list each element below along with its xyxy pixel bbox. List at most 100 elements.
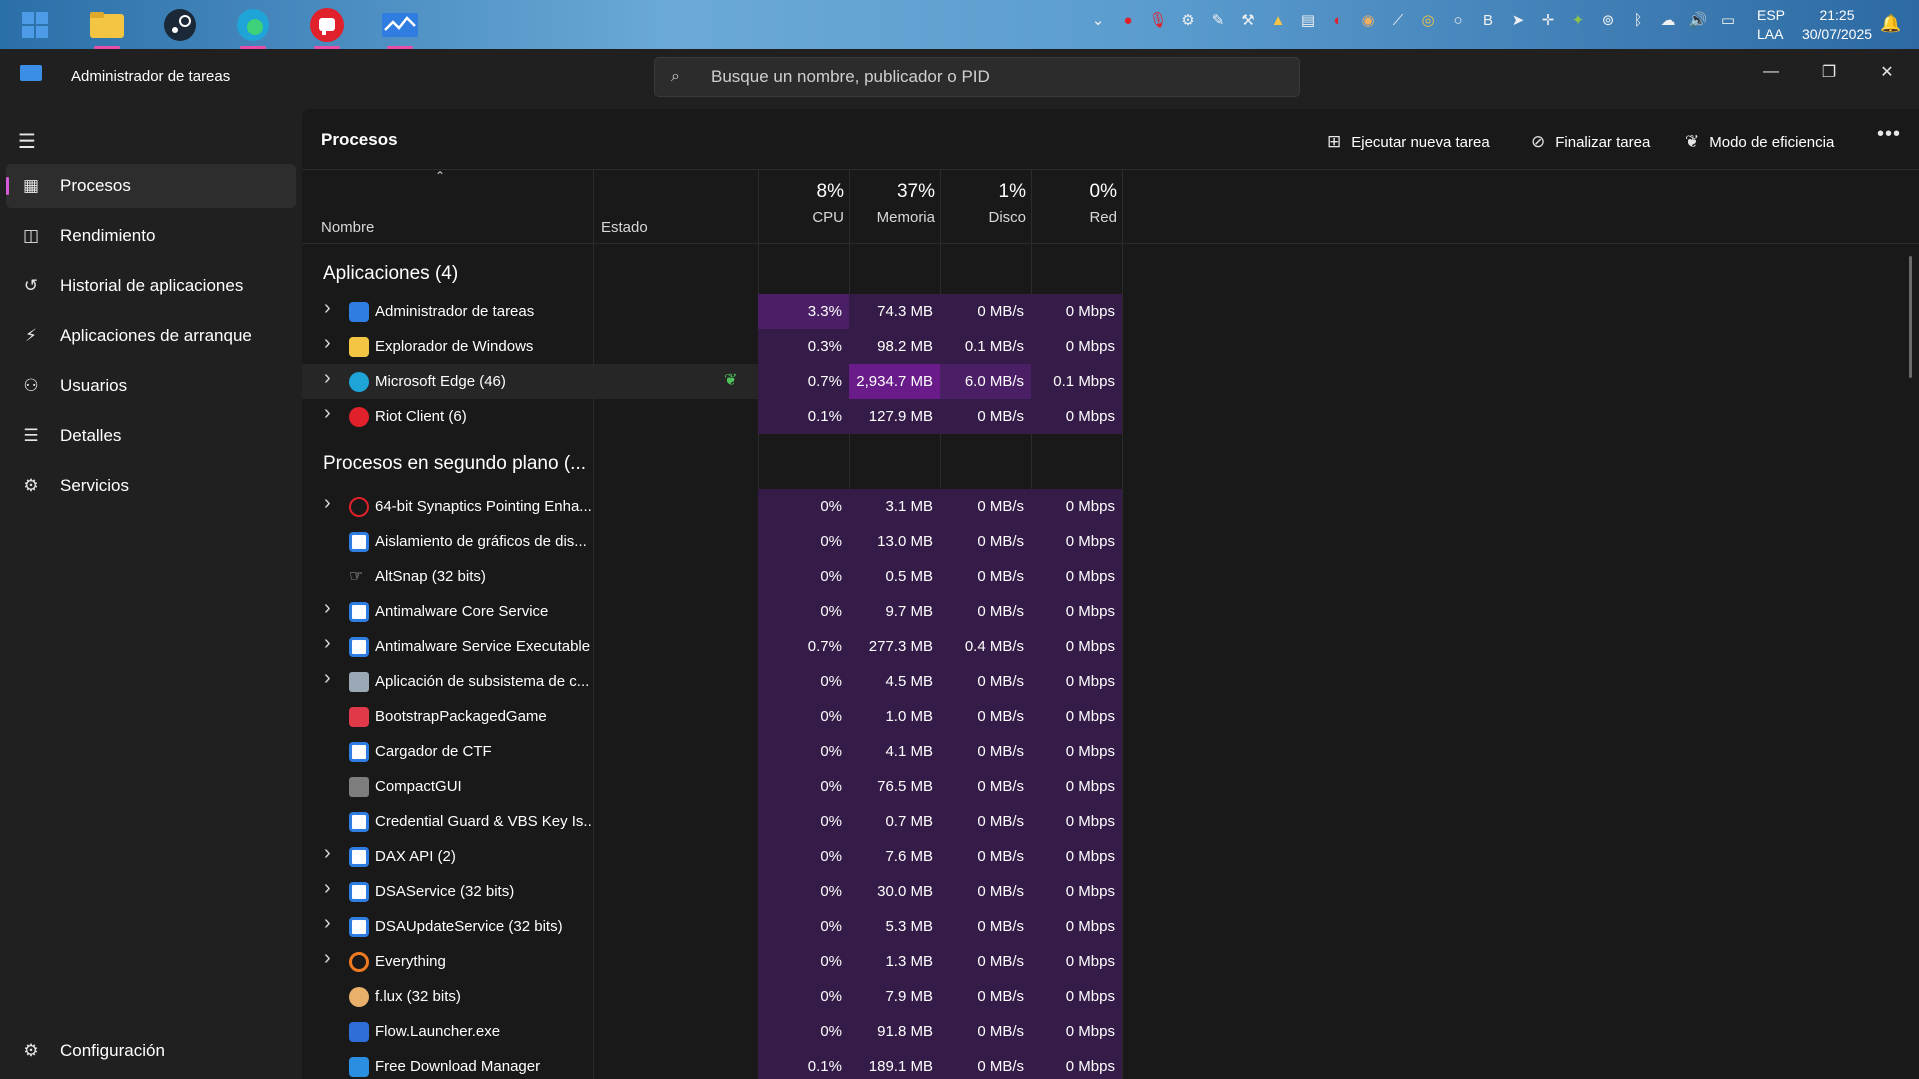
- table-row[interactable]: Cargador de CTF 0% 4.1 MB 0 MB/s 0 Mbps: [302, 734, 1122, 769]
- tray-app-icon[interactable]: ●: [1117, 10, 1139, 32]
- group-header-apps[interactable]: Aplicaciones (4): [323, 263, 458, 285]
- column-header-cpu[interactable]: 8% CPU: [758, 181, 844, 226]
- chevron-right-icon[interactable]: ›: [324, 332, 331, 355]
- taskbar-task-manager[interactable]: [379, 4, 421, 49]
- table-row[interactable]: › Antimalware Core Service 0% 9.7 MB 0 MB/s 0…: [302, 594, 1122, 629]
- table-row[interactable]: ☞ AltSnap (32 bits) 0% 0.5 MB 0 MB/s 0 Mbps: [302, 559, 1122, 594]
- tray-app-icon[interactable]: ▤: [1297, 10, 1319, 32]
- tray-app-icon[interactable]: ⊚: [1597, 10, 1619, 32]
- chevron-right-icon[interactable]: ›: [324, 947, 331, 970]
- chevron-right-icon[interactable]: ›: [324, 402, 331, 425]
- hamburger-menu-icon[interactable]: ☰: [18, 129, 36, 154]
- tray-app-icon[interactable]: ◉: [1357, 10, 1379, 32]
- clock[interactable]: 21:25 30/07/2025: [1797, 6, 1877, 44]
- table-row[interactable]: BootstrapPackagedGame 0% 1.0 MB 0 MB/s 0 Mbp…: [302, 699, 1122, 734]
- tray-app-icon[interactable]: ✎: [1207, 10, 1229, 32]
- tray-app-icon[interactable]: ◐: [1327, 10, 1349, 32]
- end-task-label: Finalizar tarea: [1555, 133, 1651, 151]
- gear-icon[interactable]: ⚙: [1177, 10, 1199, 32]
- cloud-icon[interactable]: ☁: [1657, 10, 1679, 32]
- bluetooth-icon[interactable]: ᛒ: [1627, 10, 1649, 32]
- table-row[interactable]: › 64-bit Synaptics Pointing Enha... 0% 3.1 …: [302, 489, 1122, 524]
- process-name: Credential Guard & VBS Key Is...: [375, 813, 593, 830]
- chevron-right-icon[interactable]: ›: [324, 912, 331, 935]
- table-row[interactable]: › Aplicación de subsistema de c... 0% 4.5 M…: [302, 664, 1122, 699]
- taskbar-riot-client[interactable]: [306, 4, 348, 49]
- column-header-name[interactable]: Nombre: [321, 219, 374, 236]
- table-row[interactable]: CompactGUI 0% 76.5 MB 0 MB/s 0 Mbps: [302, 769, 1122, 804]
- sidebar-item-startup-apps[interactable]: ⚡ Aplicaciones de arranque: [6, 314, 296, 358]
- group-header-background[interactable]: Procesos en segundo plano (...: [323, 453, 586, 475]
- table-row[interactable]: Aislamiento de gráficos de dis... 0% 13.0 …: [302, 524, 1122, 559]
- sidebar-item-details[interactable]: ☰ Detalles: [6, 414, 296, 458]
- tray-app-icon[interactable]: B: [1477, 10, 1499, 32]
- microphone-icon[interactable]: 🎙: [1147, 10, 1169, 32]
- chevron-up-icon[interactable]: ⌄: [1087, 10, 1109, 32]
- sidebar-item-services[interactable]: ⚙ Servicios: [6, 464, 296, 508]
- tray-app-icon[interactable]: ✦: [1567, 10, 1589, 32]
- minimize-button[interactable]: —: [1748, 57, 1794, 87]
- cpu-cell: 0%: [758, 664, 849, 699]
- fdm-icon: [349, 1057, 369, 1077]
- table-row[interactable]: › Explorador de Windows 0.3% 98.2 MB 0.1 MB/…: [302, 329, 1122, 364]
- table-row[interactable]: Free Download Manager 0.1% 189.1 MB 0 MB/s 0…: [302, 1049, 1122, 1079]
- start-button[interactable]: [14, 4, 56, 46]
- sidebar-item-users[interactable]: ⚇ Usuarios: [6, 364, 296, 408]
- tray-app-icon[interactable]: ▲: [1267, 10, 1289, 32]
- chevron-right-icon[interactable]: ›: [324, 667, 331, 690]
- chevron-right-icon[interactable]: ›: [324, 877, 331, 900]
- search-input[interactable]: [711, 64, 1271, 90]
- chevron-right-icon[interactable]: ›: [324, 632, 331, 655]
- crosshair-icon[interactable]: ✛: [1537, 10, 1559, 32]
- chevron-right-icon[interactable]: ›: [324, 597, 331, 620]
- efficiency-mode-button[interactable]: ❦ Modo de eficiencia: [1685, 127, 1834, 157]
- scrollbar[interactable]: [1909, 256, 1912, 378]
- column-header-status[interactable]: Estado: [601, 219, 648, 236]
- table-row[interactable]: › Riot Client (6) 0.1% 127.9 MB 0 MB/s 0 Mbps: [302, 399, 1122, 434]
- tray-app-icon[interactable]: ⟋: [1387, 10, 1409, 32]
- table-row[interactable]: Credential Guard & VBS Key Is... 0% 0.7 MB…: [302, 804, 1122, 839]
- table-row[interactable]: › Antimalware Service Executable 0.7% 277.3…: [302, 629, 1122, 664]
- table-row[interactable]: Flow.Launcher.exe 0% 91.8 MB 0 MB/s 0 Mbps: [302, 1014, 1122, 1049]
- restore-button[interactable]: ❐: [1806, 57, 1852, 87]
- sidebar-item-settings[interactable]: ⚙ Configuración: [6, 1029, 296, 1073]
- cursor-icon[interactable]: ➤: [1507, 10, 1529, 32]
- sidebar-item-app-history[interactable]: ↺ Historial de aplicaciones: [6, 264, 296, 308]
- page-title: Procesos: [321, 130, 398, 149]
- chevron-right-icon[interactable]: ›: [324, 367, 331, 390]
- table-row[interactable]: › DSAService (32 bits) 0% 30.0 MB 0 MB/s 0 Mb…: [302, 874, 1122, 909]
- display-icon[interactable]: ▭: [1717, 10, 1739, 32]
- table-row[interactable]: › Microsoft Edge (46) ❦ 0.7% 2,934.7 MB 6.0 M…: [302, 364, 1122, 399]
- network-cell: 0 Mbps: [1031, 979, 1122, 1014]
- chevron-right-icon[interactable]: ›: [324, 492, 331, 515]
- close-icon: ✕: [1880, 64, 1894, 81]
- new-task-icon: ⊞: [1327, 132, 1342, 151]
- chevron-right-icon[interactable]: ›: [324, 297, 331, 320]
- disk-cell: 0 MB/s: [940, 909, 1031, 944]
- sidebar-item-performance[interactable]: ◫ Rendimiento: [6, 214, 296, 258]
- tray-app-icon[interactable]: ○: [1447, 10, 1469, 32]
- chevron-right-icon[interactable]: ›: [324, 842, 331, 865]
- notification-bell-icon[interactable]: 🔔: [1880, 14, 1901, 34]
- taskbar-file-explorer[interactable]: [86, 4, 128, 49]
- end-task-button[interactable]: ⊘ Finalizar tarea: [1531, 127, 1650, 157]
- table-row[interactable]: › Administrador de tareas 3.3% 74.3 MB 0 MB/…: [302, 294, 1122, 329]
- close-button[interactable]: ✕: [1864, 57, 1910, 87]
- taskbar-edge[interactable]: [232, 4, 274, 49]
- column-header-memory[interactable]: 37% Memoria: [849, 181, 935, 226]
- table-row[interactable]: › Everything 0% 1.3 MB 0 MB/s 0 Mbps: [302, 944, 1122, 979]
- tray-app-icon[interactable]: ⚒: [1237, 10, 1259, 32]
- more-options-icon[interactable]: •••: [1877, 123, 1901, 146]
- sidebar-item-processes[interactable]: ▦ Procesos: [6, 164, 296, 208]
- search-box[interactable]: ⌕: [654, 57, 1300, 97]
- volume-icon[interactable]: 🔊: [1687, 10, 1709, 32]
- table-row[interactable]: › DSAUpdateService (32 bits) 0% 5.3 MB 0 MB/…: [302, 909, 1122, 944]
- language-indicator[interactable]: ESP LAA: [1757, 6, 1785, 44]
- column-header-network[interactable]: 0% Red: [1031, 181, 1117, 226]
- table-row[interactable]: › DAX API (2) 0% 7.6 MB 0 MB/s 0 Mbps: [302, 839, 1122, 874]
- run-new-task-button[interactable]: ⊞ Ejecutar nueva tarea: [1327, 127, 1490, 157]
- table-row[interactable]: f.lux (32 bits) 0% 7.9 MB 0 MB/s 0 Mbps: [302, 979, 1122, 1014]
- taskbar-steam[interactable]: [159, 4, 201, 46]
- column-header-disk[interactable]: 1% Disco: [940, 181, 1026, 226]
- chrome-icon[interactable]: ◎: [1417, 10, 1439, 32]
